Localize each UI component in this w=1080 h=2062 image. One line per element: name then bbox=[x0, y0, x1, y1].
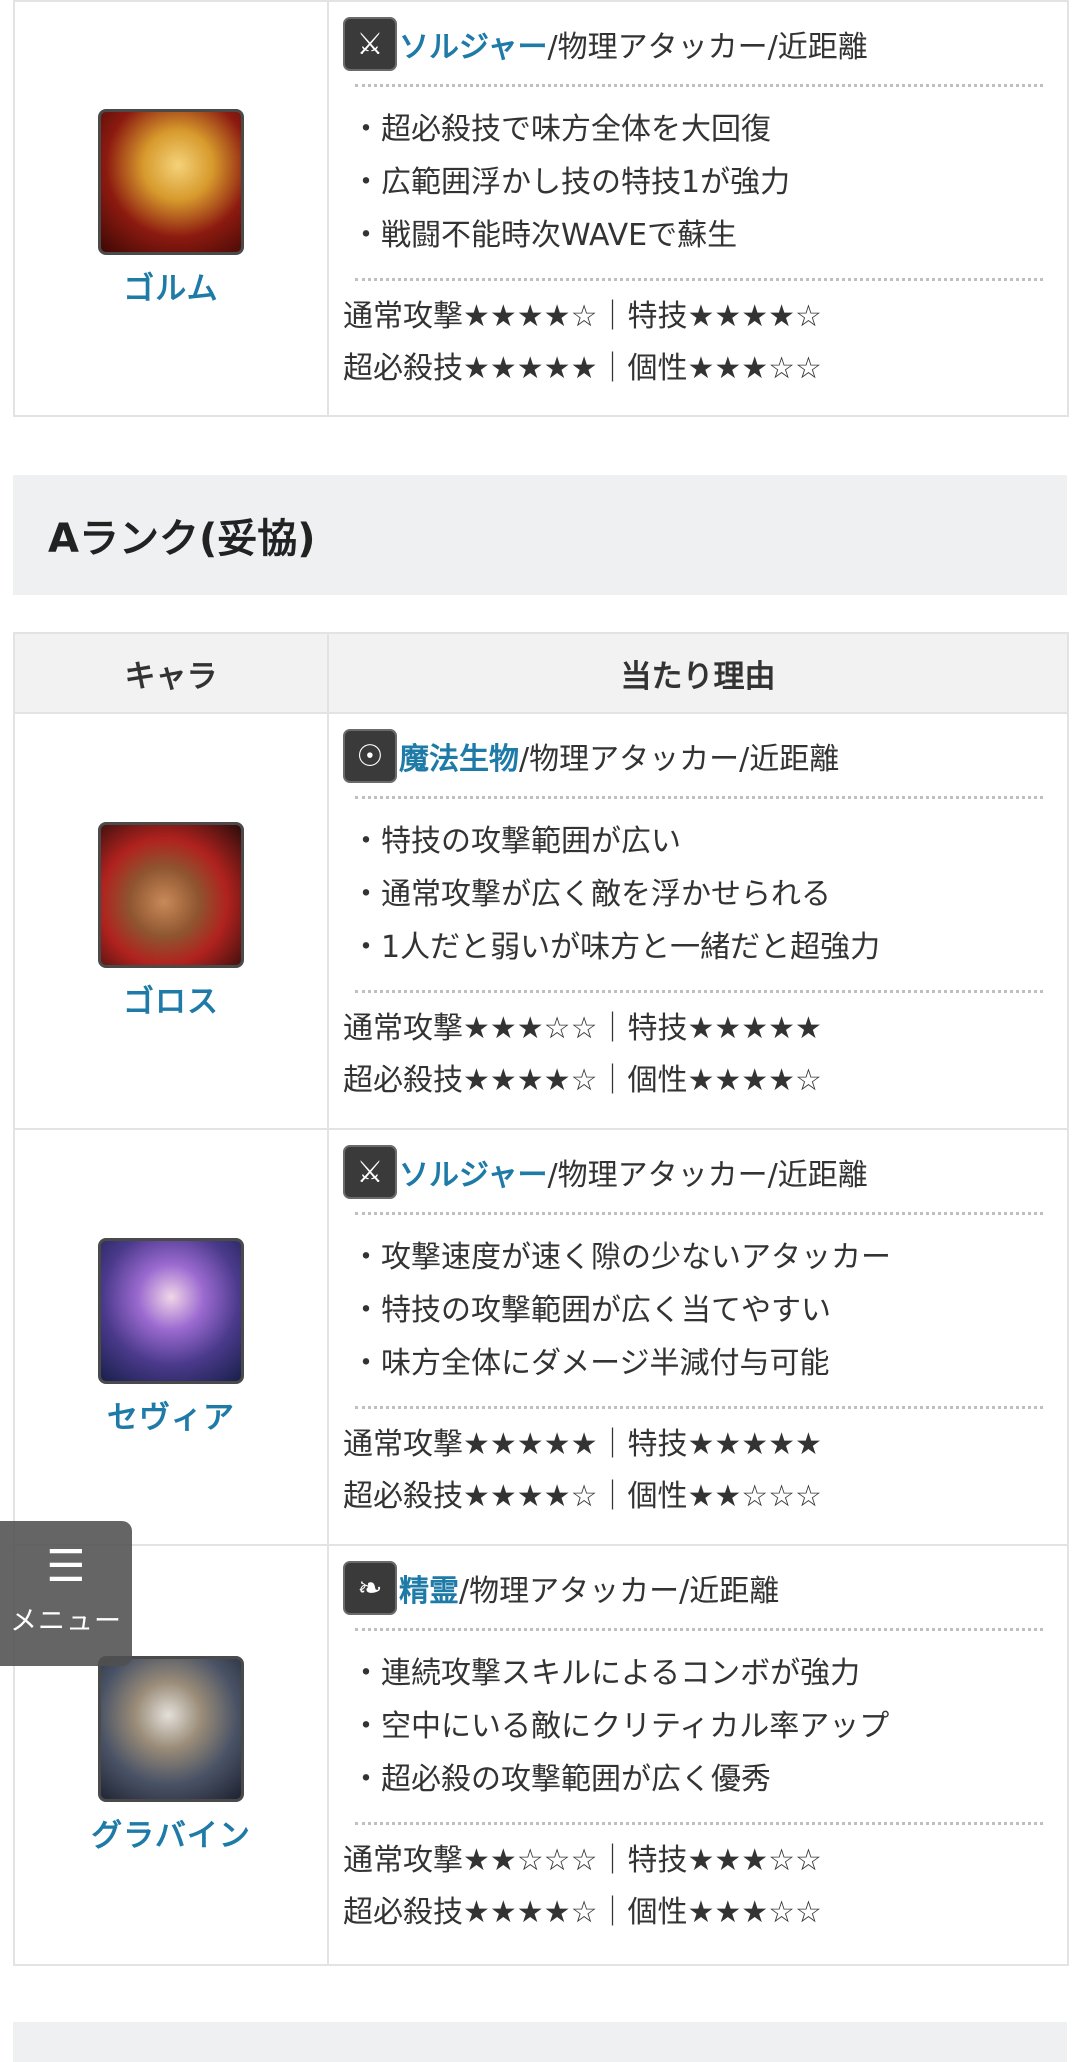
column-header-character: キャラ bbox=[13, 632, 329, 714]
table-header-row: キャラ 当たり理由 bbox=[13, 632, 1069, 714]
character-name[interactable]: セヴィア bbox=[15, 1392, 327, 1437]
reason-cell: ☉ 魔法生物 /物理アタッカー/近距離 特技の攻撃範囲が広い 通常攻撃が広く敵を… bbox=[327, 712, 1069, 1130]
character-name[interactable]: ゴルム bbox=[15, 263, 327, 308]
character-avatar[interactable] bbox=[98, 1655, 244, 1802]
soldier-icon: ⚔ bbox=[343, 1145, 397, 1199]
table-row: グラバイン ❧ 精霊 /物理アタッカー/近距離 連続攻撃スキルによるコンボが強力… bbox=[13, 1544, 1069, 1966]
table-row: ゴルム ⚔ ソルジャー /物理アタッカー/近距離 超必殺技で味方全体を大回復 広… bbox=[13, 0, 1069, 417]
class-line: ⚔ ソルジャー /物理アタッカー/近距離 bbox=[343, 14, 1055, 74]
list-item: 戦闘不能時次WAVEで蘇生 bbox=[351, 209, 1055, 262]
rating-line: 通常攻撃★★★★★｜特技★★★★★ bbox=[343, 1427, 822, 1462]
dotted-divider bbox=[355, 1822, 1043, 1825]
class-role: /物理アタッカー/近距離 bbox=[519, 742, 840, 777]
dotted-divider bbox=[355, 1212, 1043, 1215]
list-item: 味方全体にダメージ半減付与可能 bbox=[351, 1337, 1055, 1390]
dotted-divider bbox=[355, 990, 1043, 993]
reason-cell: ⚔ ソルジャー /物理アタッカー/近距離 攻撃速度が速く隙の少ないアタッカー 特… bbox=[327, 1128, 1069, 1546]
class-role: /物理アタッカー/近距離 bbox=[547, 1158, 868, 1193]
reason-list: 超必殺技で味方全体を大回復 広範囲浮かし技の特技1が強力 戦闘不能時次WAVEで… bbox=[343, 97, 1055, 268]
reason-cell: ❧ 精霊 /物理アタッカー/近距離 連続攻撃スキルによるコンボが強力 空中にいる… bbox=[327, 1544, 1069, 1966]
section-title: Aランク(妥協) bbox=[48, 516, 316, 562]
character-avatar[interactable] bbox=[98, 821, 244, 968]
class-role: /物理アタッカー/近距離 bbox=[547, 30, 868, 65]
rating-line: 通常攻撃★★★☆☆｜特技★★★★★ bbox=[343, 1011, 822, 1046]
class-line: ⚔ ソルジャー /物理アタッカー/近距離 bbox=[343, 1142, 1055, 1202]
table-row: ゴロス ☉ 魔法生物 /物理アタッカー/近距離 特技の攻撃範囲が広い 通常攻撃が… bbox=[13, 712, 1069, 1130]
character-name[interactable]: グラバイン bbox=[15, 1810, 327, 1855]
rank-table-top: ゴルム ⚔ ソルジャー /物理アタッカー/近距離 超必殺技で味方全体を大回復 広… bbox=[13, 0, 1069, 417]
character-name[interactable]: ゴロス bbox=[15, 976, 327, 1021]
class-link[interactable]: 精霊 bbox=[399, 1566, 459, 1610]
list-item: 広範囲浮かし技の特技1が強力 bbox=[351, 156, 1055, 209]
reason-list: 特技の攻撃範囲が広い 通常攻撃が広く敵を浮かせられる 1人だと弱いが味方と一緒だ… bbox=[343, 809, 1055, 980]
rating-line: 超必殺技★★★★★｜個性★★★☆☆ bbox=[343, 351, 822, 386]
reason-list: 攻撃速度が速く隙の少ないアタッカー 特技の攻撃範囲が広く当てやすい 味方全体にダ… bbox=[343, 1225, 1055, 1396]
table-row: セヴィア ⚔ ソルジャー /物理アタッカー/近距離 攻撃速度が速く隙の少ないアタ… bbox=[13, 1128, 1069, 1546]
class-link[interactable]: ソルジャー bbox=[399, 22, 548, 66]
class-line: ❧ 精霊 /物理アタッカー/近距離 bbox=[343, 1558, 1055, 1618]
list-icon: ☰ bbox=[46, 1541, 86, 1592]
rating-line: 超必殺技★★★★☆｜個性★★★☆☆ bbox=[343, 1895, 822, 1930]
section-heading: Aランク(妥協) bbox=[13, 475, 1067, 595]
character-cell: ゴルム bbox=[13, 0, 329, 417]
menu-label: メニュー bbox=[10, 1606, 122, 1637]
list-item: 攻撃速度が速く隙の少ないアタッカー bbox=[351, 1231, 1055, 1284]
character-cell: ゴロス bbox=[13, 712, 329, 1130]
list-item: 特技の攻撃範囲が広い bbox=[351, 815, 1055, 868]
list-item: 1人だと弱いが味方と一緒だと超強力 bbox=[351, 921, 1055, 974]
column-header-reason: 当たり理由 bbox=[327, 632, 1069, 714]
list-item: 超必殺の攻撃範囲が広く優秀 bbox=[351, 1753, 1055, 1806]
list-item: 超必殺技で味方全体を大回復 bbox=[351, 103, 1055, 156]
list-item: 通常攻撃が広く敵を浮かせられる bbox=[351, 868, 1055, 921]
rank-table-a: キャラ 当たり理由 ゴロス ☉ 魔法生物 /物理アタッカー/近距離 特技の攻撃範… bbox=[13, 632, 1069, 1966]
spirit-icon: ❧ bbox=[343, 1561, 397, 1615]
dotted-divider bbox=[355, 84, 1043, 87]
menu-button[interactable]: ☰ メニュー bbox=[0, 1521, 132, 1666]
rating-line: 通常攻撃★★★★☆｜特技★★★★☆ bbox=[343, 299, 822, 334]
class-line: ☉ 魔法生物 /物理アタッカー/近距離 bbox=[343, 726, 1055, 786]
character-avatar[interactable] bbox=[98, 109, 244, 255]
class-link[interactable]: 魔法生物 bbox=[399, 734, 519, 778]
dotted-divider bbox=[355, 1628, 1043, 1631]
character-avatar[interactable] bbox=[98, 1237, 244, 1384]
list-item: 連続攻撃スキルによるコンボが強力 bbox=[351, 1647, 1055, 1700]
rating-line: 超必殺技★★★★☆｜個性★★★★☆ bbox=[343, 1063, 822, 1098]
list-item: 特技の攻撃範囲が広く当てやすい bbox=[351, 1284, 1055, 1337]
next-section-heading bbox=[13, 2022, 1067, 2062]
soldier-icon: ⚔ bbox=[343, 17, 397, 71]
reason-cell: ⚔ ソルジャー /物理アタッカー/近距離 超必殺技で味方全体を大回復 広範囲浮か… bbox=[327, 0, 1069, 417]
dotted-divider bbox=[355, 278, 1043, 281]
reason-list: 連続攻撃スキルによるコンボが強力 空中にいる敵にクリティカル率アップ 超必殺の攻… bbox=[343, 1641, 1055, 1812]
list-item: 空中にいる敵にクリティカル率アップ bbox=[351, 1700, 1055, 1753]
rating-line: 通常攻撃★★☆☆☆｜特技★★★☆☆ bbox=[343, 1843, 822, 1878]
character-cell: セヴィア bbox=[13, 1128, 329, 1546]
class-role: /物理アタッカー/近距離 bbox=[459, 1574, 780, 1609]
rating-line: 超必殺技★★★★☆｜個性★★☆☆☆ bbox=[343, 1479, 822, 1514]
dotted-divider bbox=[355, 1406, 1043, 1409]
dotted-divider bbox=[355, 796, 1043, 799]
magic-creature-icon: ☉ bbox=[343, 729, 397, 783]
class-link[interactable]: ソルジャー bbox=[399, 1150, 548, 1194]
